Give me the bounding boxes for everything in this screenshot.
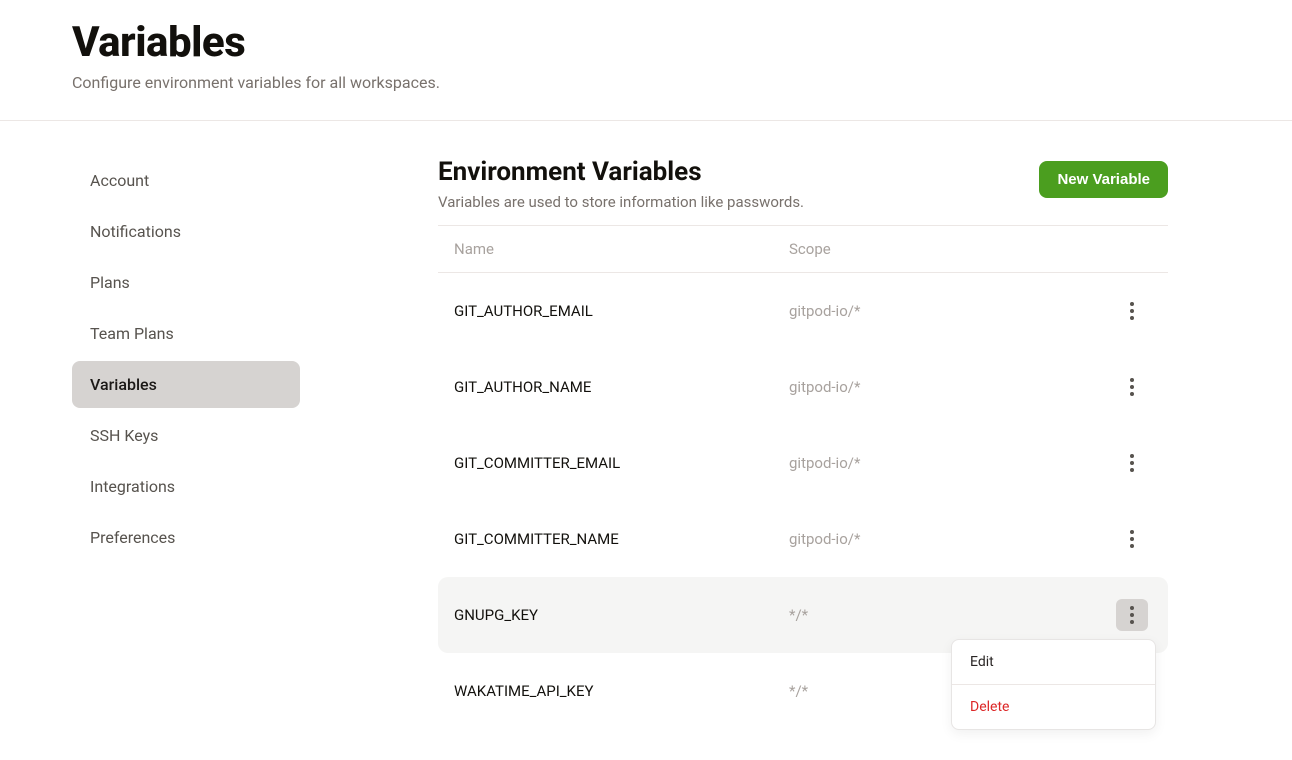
sidebar-item-account[interactable]: Account [72,157,300,204]
variable-name: GIT_COMMITTER_NAME [454,530,789,548]
sidebar-item-label: Integrations [90,477,175,496]
page-title: Variables [72,18,1292,67]
table-row: GIT_COMMITTER_NAMEgitpod-io/* [438,501,1168,577]
kebab-icon[interactable] [1116,523,1148,555]
variable-name: GIT_AUTHOR_EMAIL [454,302,789,320]
row-actions [1112,447,1152,479]
row-actions [1112,523,1152,555]
variable-scope: gitpod-io/* [789,530,1112,548]
sidebar-item-plans[interactable]: Plans [72,259,300,306]
kebab-icon[interactable] [1116,295,1148,327]
actions-dropdown: EditDelete [951,639,1156,730]
sidebar-item-label: Notifications [90,222,181,241]
sidebar-item-label: Variables [90,375,157,394]
more-vertical-icon [1130,302,1134,320]
delete-button[interactable]: Delete [952,685,1155,729]
variable-name: GIT_AUTHOR_NAME [454,378,789,396]
section-title: Environment Variables [438,157,804,187]
table-row: GNUPG_KEY*/*EditDelete [438,577,1168,653]
column-header-actions [1112,240,1152,258]
kebab-icon[interactable] [1116,599,1148,631]
variable-name: GIT_COMMITTER_EMAIL [454,454,789,472]
page-subtitle: Configure environment variables for all … [72,73,1292,92]
sidebar-item-label: SSH Keys [90,426,158,445]
kebab-icon[interactable] [1116,447,1148,479]
sidebar-item-preferences[interactable]: Preferences [72,514,300,561]
sidebar: Account Notifications Plans Team Plans Varia… [0,157,300,729]
variable-scope: */* [789,606,1112,624]
more-vertical-icon [1130,606,1134,624]
row-actions [1112,371,1152,403]
sidebar-item-notifications[interactable]: Notifications [72,208,300,255]
variable-scope: gitpod-io/* [789,302,1112,320]
sidebar-item-label: Account [90,171,149,190]
more-vertical-icon [1130,378,1134,396]
section-subtitle: Variables are used to store information … [438,193,804,211]
sidebar-item-ssh-keys[interactable]: SSH Keys [72,412,300,459]
table-row: GIT_AUTHOR_NAMEgitpod-io/* [438,349,1168,425]
variable-name: GNUPG_KEY [454,606,789,624]
new-variable-button[interactable]: New Variable [1039,161,1168,198]
column-header-scope: Scope [789,240,1112,258]
more-vertical-icon [1130,454,1134,472]
table-row: GIT_COMMITTER_EMAILgitpod-io/* [438,425,1168,501]
table-header: Name Scope [438,225,1168,273]
main-content: Environment Variables Variables are used… [438,157,1168,729]
row-actions [1112,599,1152,631]
sidebar-item-label: Plans [90,273,130,292]
edit-button[interactable]: Edit [952,640,1155,684]
sidebar-item-label: Preferences [90,528,175,547]
table-row: GIT_AUTHOR_EMAILgitpod-io/* [438,273,1168,349]
variable-name: WAKATIME_API_KEY [454,682,789,700]
column-header-name: Name [454,240,789,258]
sidebar-item-integrations[interactable]: Integrations [72,463,300,510]
kebab-icon[interactable] [1116,371,1148,403]
sidebar-item-variables[interactable]: Variables [72,361,300,408]
row-actions [1112,295,1152,327]
sidebar-item-label: Team Plans [90,324,174,343]
variable-scope: gitpod-io/* [789,454,1112,472]
variable-scope: gitpod-io/* [789,378,1112,396]
more-vertical-icon [1130,530,1134,548]
variables-table: Name Scope GIT_AUTHOR_EMAILgitpod-io/*GI… [438,225,1168,729]
sidebar-item-team-plans[interactable]: Team Plans [72,310,300,357]
